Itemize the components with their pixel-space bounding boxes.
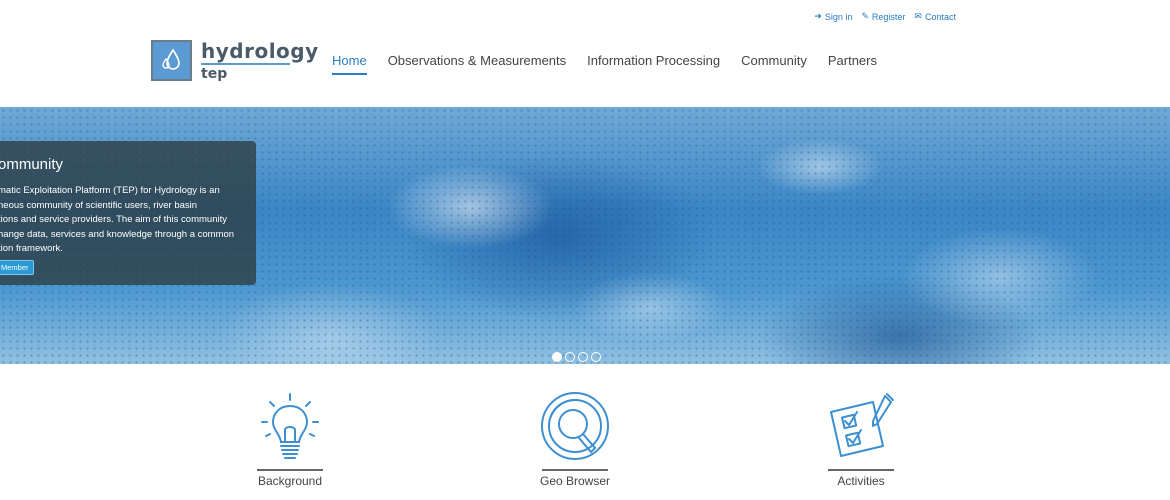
carousel-dot-1[interactable] [552,352,562,362]
register-link[interactable]: ✎ Register [861,11,905,22]
feature-activities[interactable]: Activities [816,390,906,488]
contact-label: Contact [924,11,956,22]
carousel-dot-3[interactable] [578,352,588,362]
nav-observations-measurements[interactable]: Observations & Measurements [388,53,566,71]
caption-line: matic Exploitation Platform (TEP) for Hy… [0,185,220,196]
feature-rule [257,469,323,471]
carousel-indicators [552,352,601,362]
caption-text: matic Exploitation Platform (TEP) for Hy… [0,184,248,257]
magnifier-icon [541,392,609,460]
nav-information-processing[interactable]: Information Processing [587,53,720,71]
main-nav: Home Observations & Measurements Informa… [332,53,877,75]
caption-title: ommunity [0,156,64,173]
hero-carousel: ommunity matic Exploitation Platform (TE… [0,107,1170,364]
carousel-dot-4[interactable] [591,352,601,362]
caption-line: neous community of scientific users, riv… [0,199,198,211]
feature-rule [828,469,894,471]
logo-rule [201,63,290,65]
carousel-caption: ommunity matic Exploitation Platform (TE… [0,141,256,285]
become-member-button[interactable]: Member [0,260,34,275]
top-links: ➜ Sign in ✎ Register ✉ Contact [814,11,956,22]
site-logo[interactable]: hydrology tep [151,40,319,82]
logo-subtitle: tep [201,66,228,82]
nav-partners[interactable]: Partners [828,53,877,71]
nav-home[interactable]: Home [332,53,367,75]
caption-line: tions and service providers. The aim of … [0,214,227,225]
register-label: Register [871,11,906,22]
carousel-dot-2[interactable] [565,352,575,362]
logo-wordmark: hydrology [201,39,319,63]
feature-background-label: Background [257,474,323,488]
contact-link[interactable]: ✉ Contact [914,11,956,22]
water-drop-icon [151,40,192,81]
nav-community[interactable]: Community [741,53,807,71]
feature-rule [542,469,608,471]
caption-line: tion framework. [0,243,63,254]
envelope-icon: ✉ [914,11,922,21]
sign-in-icon: ➜ [814,11,822,21]
feature-activities-label: Activities [837,474,885,488]
sign-in-label: Sign in [824,11,853,22]
edit-icon: ✎ [861,11,869,21]
caption-line: hange data, services and knowledge throu… [0,228,235,240]
sign-in-link[interactable]: ➜ Sign in [814,11,852,22]
feature-geo-browser[interactable]: Geo Browser [530,390,620,488]
lightbulb-icon [261,393,319,459]
feature-geo-browser-label: Geo Browser [539,474,611,488]
feature-background[interactable]: Background [245,390,335,488]
checklist-icon [830,393,894,457]
